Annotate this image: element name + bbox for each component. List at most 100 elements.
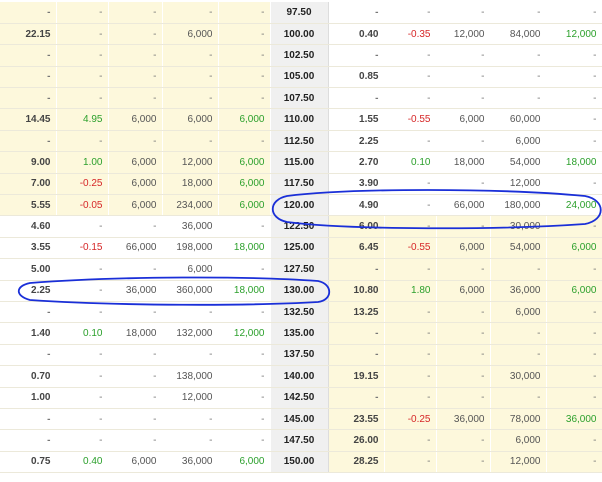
call-open-interest: 36,000 [162, 215, 219, 238]
put-volume: 12,000 [436, 23, 491, 46]
call-last: - [0, 2, 57, 24]
put-bid-size: - [546, 2, 602, 24]
put-volume: - [436, 344, 491, 367]
put-bid-size: - [546, 451, 602, 474]
call-change: -0.25 [56, 173, 109, 196]
call-open-interest: - [162, 87, 219, 110]
put-volume: - [436, 66, 491, 89]
put-bid-size: - [546, 301, 602, 324]
call-last: 4.60 [0, 215, 57, 238]
strike-price: 127.50 [269, 258, 329, 281]
call-last: 2.25 [0, 280, 57, 302]
put-last: - [328, 344, 385, 367]
strike-price: 122.50 [269, 215, 329, 238]
put-last: 1.55 [328, 108, 385, 131]
table-row: 4.60- -36,000-122.50 6.00- -30,000- [0, 215, 602, 238]
call-volume: - [108, 344, 163, 367]
call-last: - [0, 87, 57, 110]
call-change: - [56, 387, 109, 409]
call-change: - [56, 87, 109, 110]
put-volume: 18,000 [436, 151, 491, 174]
call-open-interest: 12,000 [162, 387, 219, 409]
call-change: - [56, 408, 109, 431]
call-last: 5.55 [0, 194, 57, 217]
call-open-interest: - [162, 429, 219, 452]
put-open-interest: 78,000 [490, 408, 547, 431]
call-volume: 6,000 [108, 451, 163, 474]
call-change: - [56, 130, 109, 153]
put-change: - [384, 194, 437, 217]
put-last: - [328, 387, 385, 409]
put-bid-size: - [546, 322, 602, 345]
call-change: 1.00 [56, 151, 109, 174]
put-last: 3.90 [328, 173, 385, 196]
put-last: 28.25 [328, 451, 385, 474]
table-row: 7.00 -0.25 6,000 18,000 6,000 117.50 3.90- -12,… [0, 173, 602, 196]
put-open-interest: - [490, 44, 547, 67]
put-open-interest: 12,000 [490, 173, 547, 196]
put-last: 0.85 [328, 66, 385, 89]
call-volume: - [108, 258, 163, 281]
call-last: 3.55 [0, 237, 57, 260]
put-last: - [328, 258, 385, 281]
call-change: - [56, 301, 109, 324]
put-bid-size: - [546, 429, 602, 452]
put-volume: - [436, 173, 491, 196]
put-change: - [384, 387, 437, 409]
call-change: - [56, 2, 109, 24]
call-volume: - [108, 408, 163, 431]
call-volume: 6,000 [108, 173, 163, 196]
call-volume: 6,000 [108, 151, 163, 174]
strike-price: 147.50 [269, 429, 329, 452]
put-change: - [384, 322, 437, 345]
call-open-interest: 138,000 [162, 365, 219, 388]
put-change: 1.80 [384, 280, 437, 302]
call-last: - [0, 130, 57, 153]
call-bid-size: - [218, 344, 271, 367]
put-open-interest: - [490, 2, 547, 24]
put-volume: - [436, 258, 491, 281]
put-bid-size: - [546, 173, 602, 196]
put-last: - [328, 322, 385, 345]
put-open-interest: 84,000 [490, 23, 547, 46]
call-bid-size: - [218, 23, 271, 46]
put-bid-size: 12,000 [546, 23, 602, 46]
strike-price: 137.50 [269, 344, 329, 367]
put-bid-size: - [546, 365, 602, 388]
call-open-interest: - [162, 344, 219, 367]
put-last: - [328, 44, 385, 67]
call-volume: 36,000 [108, 280, 163, 302]
strike-price: 107.50 [269, 87, 329, 110]
table-row: 3.55 -0.15 66,000 198,000 18,000 125.00 6.45 -0… [0, 237, 602, 260]
put-bid-size: - [546, 387, 602, 409]
call-last: 9.00 [0, 151, 57, 174]
table-row: - - - - -102.50- - - - - [0, 44, 602, 67]
call-bid-size: - [218, 66, 271, 89]
put-change: - [384, 87, 437, 110]
strike-price: 100.00 [269, 23, 329, 46]
put-change: - [384, 258, 437, 281]
put-change: - [384, 301, 437, 324]
put-open-interest: 6,000 [490, 429, 547, 452]
call-volume: - [108, 301, 163, 324]
put-volume: - [436, 387, 491, 409]
table-row: 22.15- -6,000-100.00 0.40 -0.35 12,000 84,000… [0, 23, 602, 46]
put-bid-size: - [546, 44, 602, 67]
put-volume: - [436, 322, 491, 345]
table-row: - - - - -107.50- - - - - [0, 87, 602, 110]
table-row: - - - - -112.50 2.25- -6,000- [0, 130, 602, 153]
call-bid-size: 12,000 [218, 322, 271, 345]
put-bid-size: - [546, 108, 602, 131]
put-last: 4.90 [328, 194, 385, 217]
strike-price: 97.50 [269, 2, 329, 24]
strike-price: 145.00 [269, 408, 329, 431]
put-volume: - [436, 301, 491, 324]
strike-price: 135.00 [269, 322, 329, 345]
call-open-interest: - [162, 130, 219, 153]
call-last: 0.75 [0, 451, 57, 474]
put-last: 2.25 [328, 130, 385, 153]
put-open-interest: 180,000 [490, 194, 547, 217]
put-change: - [384, 2, 437, 24]
call-open-interest: 12,000 [162, 151, 219, 174]
call-open-interest: 132,000 [162, 322, 219, 345]
